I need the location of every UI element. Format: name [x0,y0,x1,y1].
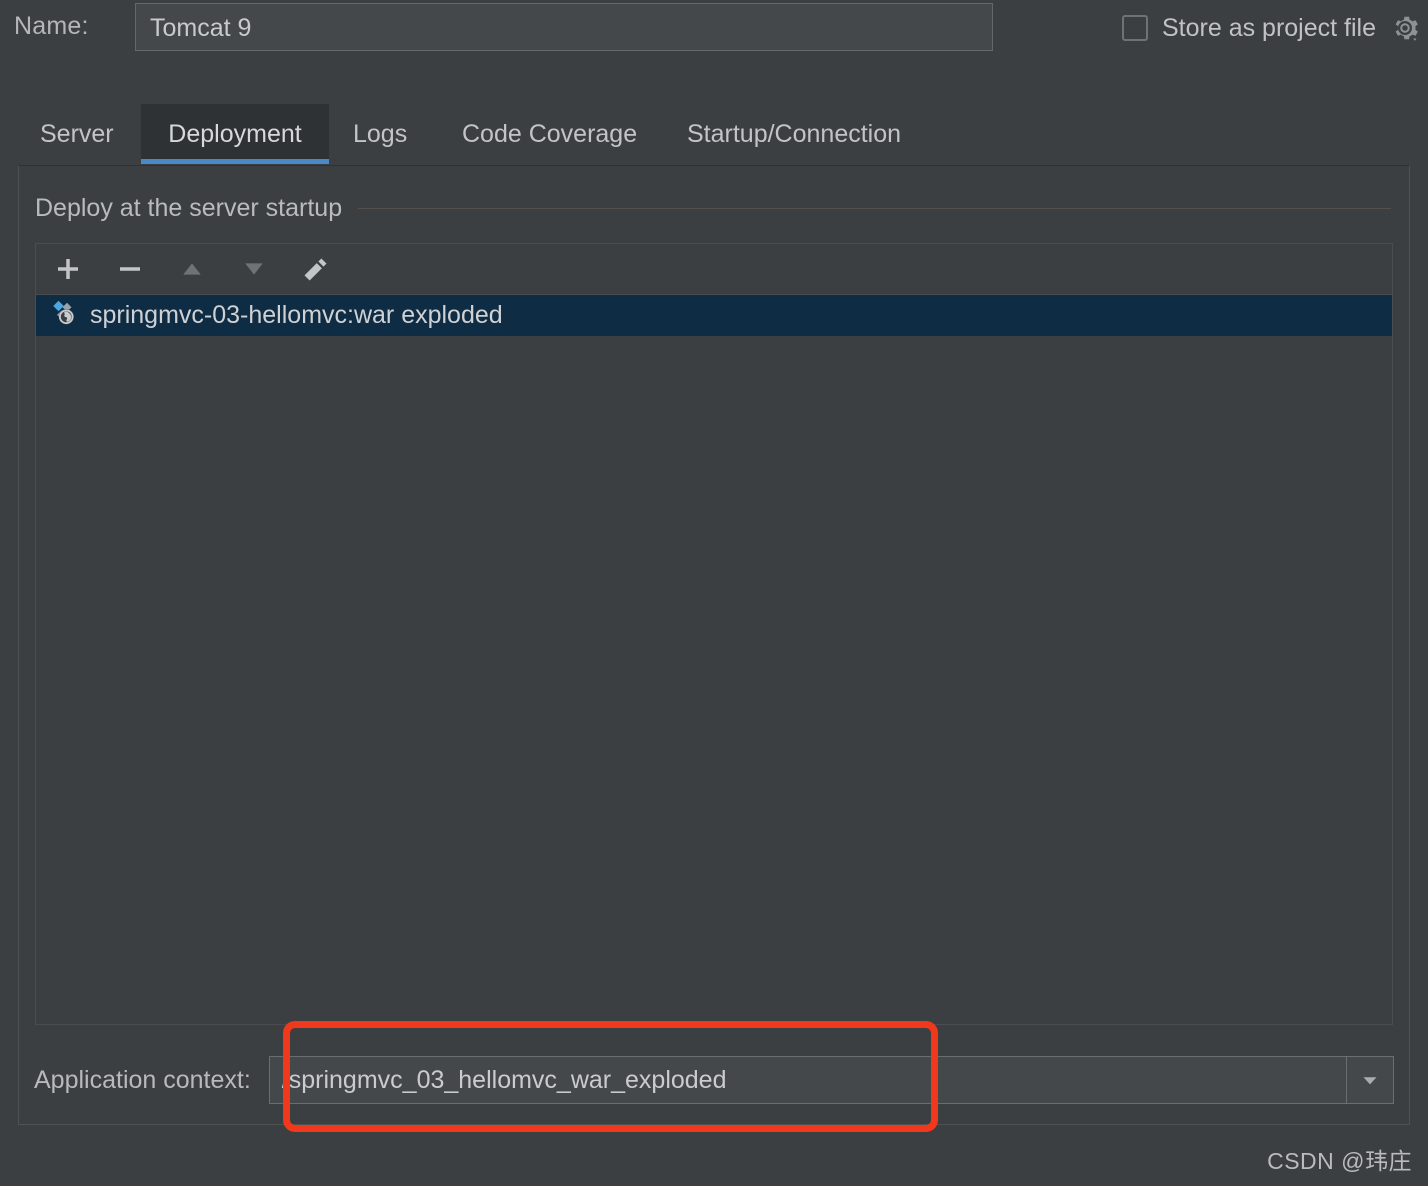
tab-label: Code Coverage [462,119,638,148]
tab-bar: Server Deployment Logs Code Coverage Sta… [0,104,1428,166]
move-up-button[interactable] [170,248,214,290]
application-context-input[interactable]: /springmvc_03_hellomvc_war_exploded [268,1056,1346,1104]
tab-server[interactable]: Server [18,104,136,164]
application-context-row: Application context: /springmvc_03_hello… [34,1055,1394,1105]
application-context-label: Application context: [34,1065,251,1094]
move-down-button[interactable] [232,248,276,290]
section-header: Deploy at the server startup [35,193,1391,223]
gear-icon[interactable] [1390,13,1420,43]
tab-label: Server [40,119,114,148]
edit-artifact-button[interactable] [294,248,338,290]
chevron-down-icon [1363,1077,1377,1085]
tab-startup-connection[interactable]: Startup/Connection [665,104,923,164]
artifact-list-toolbar [36,244,1392,295]
arrow-down-icon [245,263,263,275]
add-artifact-button[interactable] [46,248,90,290]
artifact-war-exploded-icon [48,298,78,333]
watermark: CSDN @玮庄 [1267,1148,1412,1174]
section-divider [358,207,1391,209]
artifact-list: springmvc-03-hellomvc:war exploded [36,295,1392,1024]
tab-deployment[interactable]: Deployment [141,104,329,164]
name-row: Name: Tomcat 9 Store as project file [0,0,1428,56]
application-context-combobox[interactable]: /springmvc_03_hellomvc_war_exploded [268,1056,1394,1104]
plus-icon [58,259,78,279]
artifact-list-item-label: springmvc-03-hellomvc:war exploded [90,301,503,329]
store-as-project-file-group[interactable]: Store as project file [1122,8,1420,48]
section-title: Deploy at the server startup [35,193,343,222]
tab-logs[interactable]: Logs [331,104,429,164]
arrow-up-icon [183,263,201,275]
store-as-project-file-label: Store as project file [1162,13,1376,42]
remove-artifact-button[interactable] [108,248,152,290]
name-label: Name: [14,12,89,40]
minus-icon [120,267,140,271]
artifact-list-box: springmvc-03-hellomvc:war exploded [35,243,1393,1025]
name-input-value: Tomcat 9 [150,14,252,42]
tab-code-coverage[interactable]: Code Coverage [440,104,659,164]
tab-label: Deployment [168,119,302,148]
pencil-edit-icon [304,258,327,281]
tab-label: Startup/Connection [687,119,902,148]
artifact-list-item[interactable]: springmvc-03-hellomvc:war exploded [36,295,1392,336]
deployment-panel: Deploy at the server startup springmvc-0… [18,165,1410,1125]
store-as-project-file-checkbox[interactable] [1122,15,1148,41]
tab-label: Logs [353,119,408,148]
application-context-dropdown-button[interactable] [1346,1056,1394,1104]
name-input[interactable]: Tomcat 9 [135,3,993,51]
